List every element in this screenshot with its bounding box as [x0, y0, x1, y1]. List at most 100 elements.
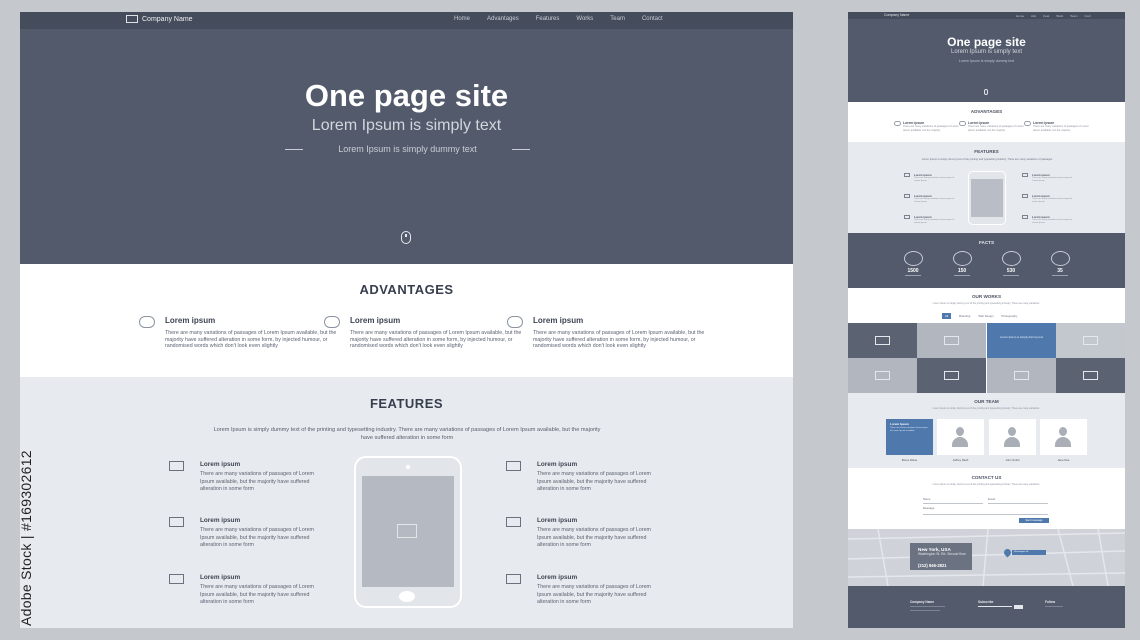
preview-works: OUR WORKS Lorem Ipsum is simply dummy te…	[848, 288, 1125, 323]
footer-subscribe: Subscribe	[978, 600, 994, 604]
team-card[interactable]: Jeffrey Nash	[937, 419, 984, 462]
contact-name-input[interactable]	[923, 503, 983, 504]
feature-title: Lorem ipsum	[200, 517, 241, 524]
image-icon	[169, 461, 184, 471]
work-tile-active[interactable]: Lorem Ipsum is simply dummy text	[987, 323, 1056, 358]
preview-phone	[968, 171, 1006, 225]
preview-contact-title: CONTACT US	[971, 475, 1002, 480]
contact-email-label: Email	[988, 497, 995, 501]
feature-text: There are many variations of passages of…	[537, 527, 651, 549]
image-icon	[1083, 371, 1098, 380]
fact-number: 150	[957, 268, 967, 274]
map-roads	[848, 529, 1125, 586]
team-card[interactable]: John Smith	[989, 419, 1036, 462]
work-tile[interactable]	[1056, 358, 1125, 393]
feature-text: There are many variations of passages of…	[200, 527, 314, 549]
preview-scroll-mouse-icon	[984, 89, 988, 95]
preview-feat-text: There are many variations of passages of…	[914, 177, 955, 183]
feature-item: Lorem ipsum There are many variations of…	[506, 517, 657, 550]
nav-advantages[interactable]: Advantages	[487, 16, 519, 22]
preview-nav-links: Home Adv Feat Work Team Cont	[1016, 14, 1091, 18]
contact-email-input[interactable]	[988, 503, 1048, 504]
subscribe-input[interactable]	[978, 606, 1012, 607]
preview-contact-intro: Lorem Ipsum is simply dummy text of the …	[932, 483, 1040, 486]
preview-features: FEATURES Lorem Ipsum is simply dummy tex…	[848, 142, 1125, 233]
stock-credit: Adobe Stock | #169302612	[16, 450, 36, 628]
image-icon	[944, 371, 959, 380]
preview-nav-link: Work	[1056, 13, 1064, 18]
feature-title: Lorem ipsum	[537, 461, 578, 468]
fact-item: 150	[947, 251, 977, 276]
tagline-divider-left	[285, 148, 303, 150]
preview-feat-item: Lorem ipsum There are many variations of …	[904, 194, 959, 204]
advantage-item: Lorem ipsum There are many variations of…	[139, 316, 340, 350]
team-card[interactable]: Jane Doe	[1040, 419, 1087, 462]
footer-follow: Follow	[1045, 600, 1056, 604]
image-icon	[1022, 194, 1028, 198]
subscribe-button[interactable]	[1014, 605, 1023, 609]
image-icon	[1022, 173, 1028, 177]
work-tile[interactable]	[848, 358, 917, 393]
image-icon	[506, 517, 521, 527]
scroll-mouse-icon[interactable]	[401, 231, 411, 244]
phone-speaker	[406, 465, 410, 469]
footer-company: Company Name	[910, 600, 935, 604]
feature-text: There are many variations of passages of…	[537, 471, 651, 493]
preview-contact: CONTACT US Lorem Ipsum is simply dummy t…	[848, 468, 1125, 529]
advantage-title: Lorem ipsum	[165, 316, 216, 325]
nav-features[interactable]: Features	[536, 16, 560, 22]
preview-adv-item: Lorem ipsum There are many variations of…	[1024, 121, 1093, 132]
preview-team-intro: Lorem Ipsum is simply dummy text of the …	[932, 407, 1040, 410]
nav-links: Home Advantages Features Works Team Cont…	[454, 16, 663, 22]
feature-title: Lorem ipsum	[537, 574, 578, 581]
team-member-name: Jane Doe	[1057, 458, 1070, 462]
avatar-icon	[952, 427, 968, 447]
work-tile[interactable]	[917, 323, 986, 358]
nav-team[interactable]: Team	[610, 16, 625, 22]
preview-feat-text: There are many variations of passages of…	[1032, 198, 1073, 204]
work-tile[interactable]	[917, 358, 986, 393]
filter-web-design[interactable]: Web Design	[978, 314, 993, 318]
preview-team: OUR TEAM Lorem Ipsum is simply dummy tex…	[848, 393, 1125, 468]
feature-item: Lorem ipsum There are many variations of…	[169, 517, 320, 550]
work-tile[interactable]	[848, 323, 917, 358]
filter-photography[interactable]: Photography	[1002, 314, 1018, 318]
work-tile[interactable]	[987, 358, 1056, 393]
preview-feat-item: Lorem ipsum There are many variations of …	[1022, 173, 1077, 183]
hero-tagline-row: Lorem Ipsum is simply dummy text	[285, 144, 530, 154]
features-title: FEATURES	[369, 396, 444, 411]
footer-line	[910, 610, 940, 611]
filter-branding[interactable]: Branding	[959, 314, 970, 318]
contact-name-label: Name	[923, 497, 931, 501]
preview-advantages-title: ADVANTAGES	[970, 109, 1003, 114]
work-tile-caption: Lorem Ipsum is simply dummy text	[999, 335, 1044, 339]
contact-message-input[interactable]	[923, 514, 1048, 515]
nav-home[interactable]: Home	[454, 16, 470, 22]
team-card-active[interactable]: Lorem Ipsum There are many variations of…	[886, 419, 933, 462]
preview-nav-link: Cont	[1084, 13, 1091, 18]
top-nav: Company Name Home Advantages Features Wo…	[20, 12, 793, 29]
work-tile[interactable]	[1056, 323, 1125, 358]
fact-number: 35	[1057, 268, 1063, 274]
preview-nav-link: Adv	[1031, 13, 1037, 18]
fact-circle-icon	[1050, 251, 1070, 266]
preview-hero-tagline: Lorem Ipsum is simply dummy text	[958, 59, 1015, 63]
nav-works[interactable]: Works	[576, 16, 593, 22]
preview-features-title: FEATURES	[974, 149, 999, 154]
team-member-name: John Smith	[1005, 458, 1020, 462]
advantage-title: Lorem ipsum	[350, 316, 401, 325]
image-icon	[944, 336, 959, 345]
map-pin-label: Washington St.	[1012, 550, 1046, 555]
preview-adv-item: Lorem ipsum There are many variations of…	[894, 121, 963, 132]
preview-hero: Company Name Home Adv Feat Work Team Con…	[848, 12, 1125, 102]
feature-text: There are many variations of passages of…	[537, 584, 651, 606]
nav-contact[interactable]: Contact	[642, 16, 663, 22]
fact-label-line	[1003, 275, 1019, 276]
feature-title: Lorem ipsum	[200, 461, 241, 468]
phone-mockup	[354, 456, 462, 608]
preview-facts: FACTS 1500 150 530 35	[848, 233, 1125, 288]
filter-all[interactable]: All	[942, 313, 952, 319]
logo[interactable]: Company Name	[126, 15, 193, 23]
preview-footer: Company Name Subscribe Follow	[848, 586, 1125, 628]
send-message-button[interactable]: Send message	[1019, 518, 1049, 523]
